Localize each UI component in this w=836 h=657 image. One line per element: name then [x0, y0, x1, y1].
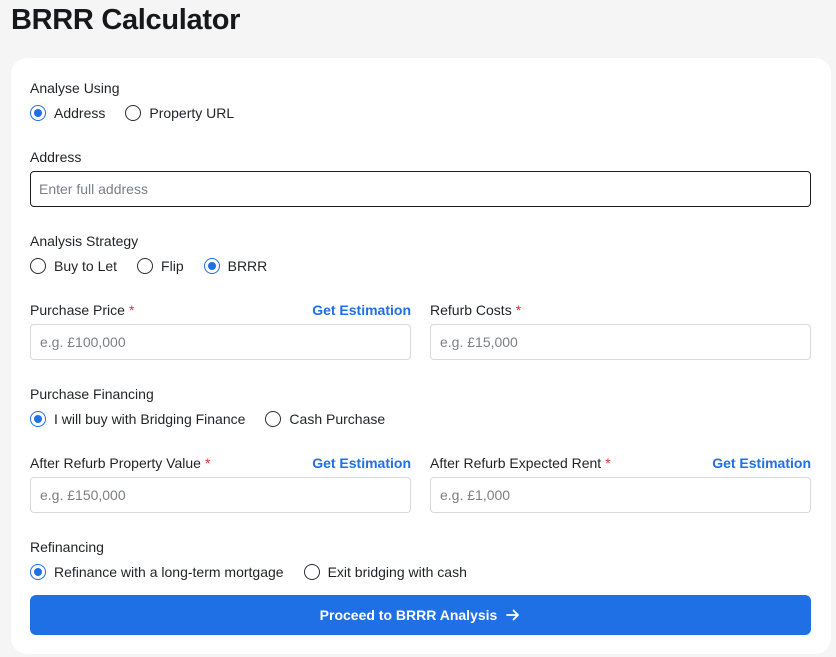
required-marker: * — [204, 455, 211, 471]
financing-option-cash[interactable]: Cash Purchase — [265, 411, 385, 427]
after-refurb-value-get-estimation-link[interactable]: Get Estimation — [312, 455, 411, 471]
radio-label: Exit bridging with cash — [327, 564, 467, 580]
page-title: BRRR Calculator — [11, 4, 241, 36]
required-marker: * — [515, 302, 522, 318]
after-refurb-value-input[interactable] — [30, 477, 411, 513]
refurb-costs-label: Refurb Costs * — [430, 302, 521, 318]
after-refurb-rent-label-text: After Refurb Expected Rent — [430, 455, 602, 471]
after-refurb-value-label-text: After Refurb Property Value — [30, 455, 201, 471]
radio-label: Cash Purchase — [289, 411, 386, 427]
purchase-price-input[interactable] — [30, 324, 411, 360]
after-refurb-rent-input[interactable] — [430, 477, 811, 513]
purchase-financing-radio-group: I will buy with Bridging Finance Cash Pu… — [30, 410, 385, 428]
radio-label: Address — [54, 105, 106, 121]
required-marker: * — [128, 302, 135, 318]
purchase-financing-label: Purchase Financing — [30, 386, 154, 402]
proceed-to-brrr-analysis-button[interactable]: Proceed to BRRR Analysis — [30, 595, 811, 635]
radio-checked-icon[interactable] — [30, 564, 46, 580]
analyse-using-label: Analyse Using — [30, 80, 120, 96]
radio-unchecked-icon[interactable] — [30, 258, 46, 274]
radio-unchecked-icon[interactable] — [137, 258, 154, 274]
strategy-option-buy-to-let[interactable]: Buy to Let — [30, 258, 117, 274]
analyse-using-option-property-url[interactable]: Property URL — [125, 105, 234, 121]
financing-option-bridging[interactable]: I will buy with Bridging Finance — [30, 411, 245, 427]
radio-checked-icon[interactable] — [203, 258, 220, 274]
analysis-strategy-radio-group: Buy to Let Flip BRRR — [30, 257, 267, 275]
purchase-price-label-text: Purchase Price — [30, 302, 125, 318]
analyse-using-option-address[interactable]: Address — [30, 105, 105, 121]
analysis-strategy-label: Analysis Strategy — [30, 233, 139, 249]
radio-label: Buy to Let — [54, 258, 118, 274]
radio-label: I will buy with Bridging Finance — [54, 411, 246, 427]
radio-checked-icon[interactable] — [30, 411, 46, 427]
refinancing-label: Refinancing — [30, 539, 104, 555]
refurb-costs-input[interactable] — [430, 324, 811, 360]
analyse-using-radio-group: Address Property URL — [30, 104, 234, 122]
address-input[interactable] — [30, 171, 811, 207]
radio-checked-icon[interactable] — [30, 105, 46, 121]
address-label: Address — [30, 149, 82, 165]
refinancing-option-mortgage[interactable]: Refinance with a long-term mortgage — [30, 564, 284, 580]
purchase-price-get-estimation-link[interactable]: Get Estimation — [312, 302, 411, 318]
radio-unchecked-icon[interactable] — [125, 105, 142, 121]
radio-label: Flip — [161, 258, 184, 274]
radio-unchecked-icon[interactable] — [303, 564, 320, 580]
required-marker: * — [605, 455, 611, 471]
radio-unchecked-icon[interactable] — [265, 411, 282, 427]
refinancing-option-cash-exit[interactable]: Exit bridging with cash — [303, 564, 467, 580]
after-refurb-value-label: After Refurb Property Value * — [30, 455, 210, 471]
purchase-price-label: Purchase Price * — [30, 302, 134, 318]
after-refurb-rent-label: After Refurb Expected Rent * — [430, 455, 611, 471]
radio-label: Refinance with a long-term mortgage — [54, 564, 284, 580]
strategy-option-flip[interactable]: Flip — [137, 258, 184, 274]
refurb-costs-label-text: Refurb Costs — [430, 302, 512, 318]
after-refurb-rent-get-estimation-link[interactable]: Get Estimation — [712, 455, 811, 471]
radio-label: Property URL — [149, 105, 235, 121]
radio-label: BRRR — [227, 258, 268, 274]
arrow-right-icon — [506, 609, 520, 621]
proceed-button-label: Proceed to BRRR Analysis — [319, 607, 498, 623]
strategy-option-brrr[interactable]: BRRR — [203, 258, 268, 274]
refinancing-radio-group: Refinance with a long-term mortgage Exit… — [30, 563, 467, 581]
calculator-form-card: Analyse Using Address Property URL Addre… — [11, 58, 831, 654]
